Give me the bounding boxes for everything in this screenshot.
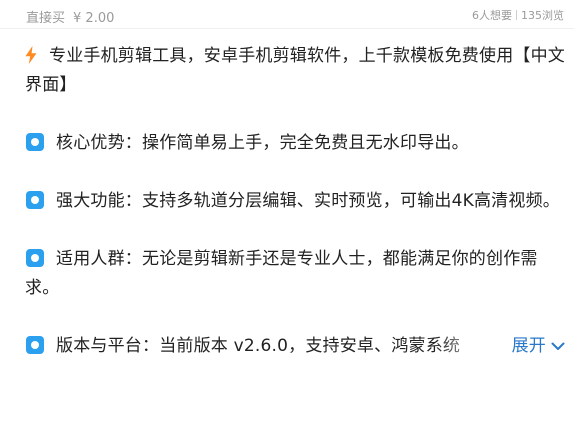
bullet-text: 适用人群：无论是剪辑新手还是专业人士，都能满足你的创作需求。 — [25, 249, 538, 298]
bullet-text: 版本与平台：当前版本 v2.6.0，支持安卓、鸿蒙系统 — [56, 336, 461, 356]
bullet-text: 核心优势：操作简单易上手，完全免费且无水印导出。 — [56, 133, 469, 153]
lightning-bolt-icon — [25, 46, 37, 64]
item-header: 直接买 ¥ 2.00 6人想要 135浏览 — [0, 0, 574, 29]
blue-square-dot-icon — [26, 249, 44, 267]
blue-square-dot-icon — [26, 191, 44, 209]
expand-label: 展开 — [511, 336, 546, 356]
bullet-text: 强大功能：支持多轨道分层编辑、实时预览，可输出4K高清视频。 — [56, 191, 560, 211]
price-value: ¥ 2.00 — [73, 11, 115, 26]
intro-text: 专业手机剪辑工具，安卓手机剪辑软件，上千款模板免费使用【中文界面】 — [25, 46, 565, 95]
bullet-paragraph-truncated: 版本与平台：当前版本 v2.6.0，支持安卓、鸿蒙系统 展开 — [25, 332, 565, 361]
blue-square-dot-icon — [26, 133, 44, 151]
view-count: 135浏览 — [521, 9, 564, 22]
bullet-paragraph: 强大功能：支持多轨道分层编辑、实时预览，可输出4K高清视频。 — [25, 187, 565, 216]
chevron-down-icon — [546, 342, 565, 351]
stats-divider — [516, 10, 517, 20]
stats-row: 6人想要 135浏览 — [472, 7, 564, 23]
expand-button[interactable]: 展开 — [495, 332, 565, 361]
price-label: 直接买 — [26, 11, 66, 26]
price-row: 直接买 ¥ 2.00 — [26, 7, 114, 26]
item-description: 专业手机剪辑工具，安卓手机剪辑软件，上千款模板免费使用【中文界面】 核心优势：操… — [25, 42, 565, 390]
bullet-paragraph: 适用人群：无论是剪辑新手还是专业人士，都能满足你的创作需求。 — [25, 245, 565, 303]
want-count: 6人想要 — [472, 9, 512, 22]
text-fade-overlay — [435, 332, 495, 361]
blue-square-dot-icon — [26, 336, 44, 354]
bullet-paragraph: 核心优势：操作简单易上手，完全免费且无水印导出。 — [25, 129, 565, 158]
intro-paragraph: 专业手机剪辑工具，安卓手机剪辑软件，上千款模板免费使用【中文界面】 — [25, 42, 565, 100]
